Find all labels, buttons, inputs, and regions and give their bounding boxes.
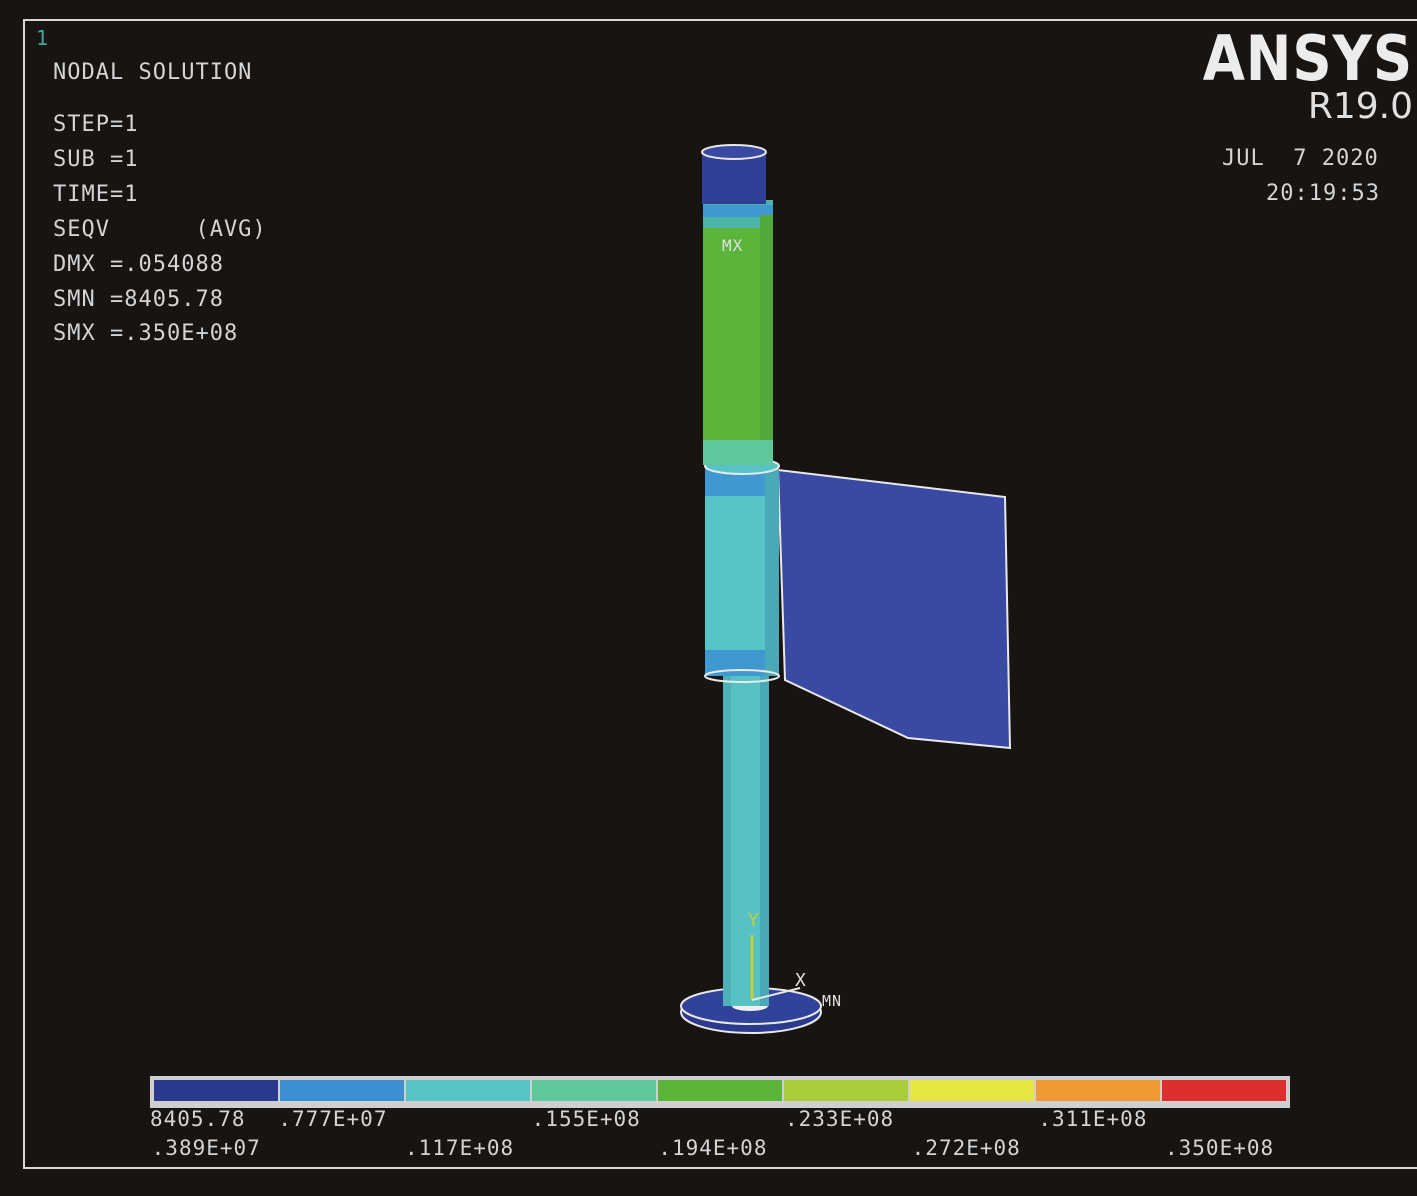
legend-color-band: [154, 1080, 280, 1101]
legend-color-band: [1162, 1080, 1286, 1101]
legend-label: 8405.78: [150, 1107, 246, 1131]
max-marker: MX: [722, 236, 744, 255]
legend-label: .311E+08: [1038, 1107, 1148, 1131]
legend-color-band: [784, 1080, 910, 1101]
middle-sleeve: [704, 457, 780, 683]
legend-color-band: [532, 1080, 658, 1101]
legend-color-band: [1036, 1080, 1162, 1101]
legend-label: .389E+07: [151, 1136, 261, 1160]
legend-color-band: [280, 1080, 406, 1101]
legend-color-band: [406, 1080, 532, 1101]
axis-y-label: Y: [748, 910, 760, 931]
min-marker: MN: [822, 992, 843, 1010]
legend-color-band: [910, 1080, 1036, 1101]
legend-label: .155E+08: [531, 1107, 641, 1131]
axis-x-label: X: [795, 970, 807, 991]
legend-label: .272E+08: [911, 1136, 1021, 1160]
legend-label: .350E+08: [1165, 1136, 1275, 1160]
legend-label: .777E+07: [278, 1107, 388, 1131]
lower-shaft: [723, 676, 769, 1006]
fin-plate: [776, 468, 1012, 750]
legend-label: .233E+08: [785, 1107, 895, 1131]
top-cap: [701, 144, 767, 204]
model-render: [150, 144, 1290, 1108]
legend-label: .194E+08: [658, 1136, 768, 1160]
legend-colorbar: [154, 1080, 1286, 1101]
legend-color-band: [658, 1080, 784, 1101]
legend-label: .117E+08: [405, 1136, 515, 1160]
